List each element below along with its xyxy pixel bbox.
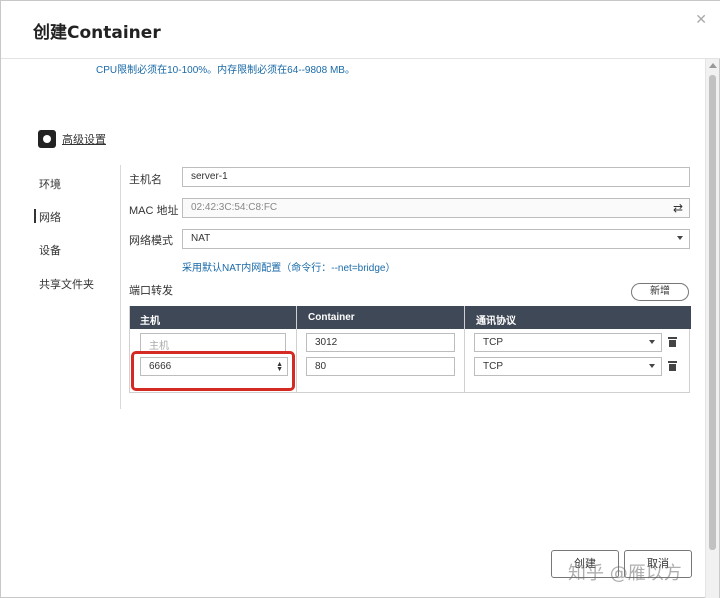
- hostname-label: 主机名: [129, 174, 162, 186]
- close-icon[interactable]: ✕: [695, 11, 707, 28]
- trash-icon[interactable]: [668, 361, 677, 371]
- sidebar-item-environment[interactable]: 环境: [39, 176, 61, 192]
- protocol-select[interactable]: TCP: [474, 357, 662, 376]
- content-divider: [120, 165, 121, 409]
- chevron-down-icon: [649, 364, 655, 368]
- chevron-down-icon: [649, 340, 655, 344]
- column-header-protocol: 通讯协议: [476, 316, 516, 327]
- port-forwarding-label: 端口转发: [129, 285, 173, 297]
- highlight-box: [131, 351, 295, 391]
- column-header-container: Container: [308, 312, 355, 323]
- mac-address-label: MAC 地址: [129, 205, 179, 217]
- gear-icon: [38, 130, 56, 148]
- column-divider: [464, 306, 465, 393]
- advanced-settings-header[interactable]: 高级设置: [38, 130, 106, 148]
- network-mode-select[interactable]: NAT: [182, 229, 690, 249]
- scroll-up-arrow-icon[interactable]: [709, 63, 717, 68]
- container-port-input[interactable]: 3012: [306, 333, 455, 352]
- container-port-value: 80: [315, 361, 327, 372]
- title-bar: 创建Container ✕: [1, 1, 720, 59]
- sidebar-item-network[interactable]: 网络: [39, 209, 61, 225]
- sidebar-active-indicator: [34, 209, 36, 223]
- add-port-button[interactable]: 新增: [631, 283, 689, 301]
- mac-address-field: 02:42:3C:54:C8:FC ⇄: [182, 198, 690, 218]
- sidebar-item-shared-folders[interactable]: 共享文件夹: [39, 276, 94, 292]
- mac-address-value: 02:42:3C:54:C8:FC: [191, 202, 278, 213]
- scrollbar[interactable]: [705, 59, 719, 598]
- shuffle-icon[interactable]: ⇄: [673, 201, 683, 215]
- container-port-input[interactable]: 80: [306, 357, 455, 376]
- column-header-host: 主机: [140, 316, 160, 327]
- table-header: 主机 Container 通讯协议: [130, 306, 691, 329]
- protocol-select[interactable]: TCP: [474, 333, 662, 352]
- create-container-dialog: 创建Container ✕ CPU限制必须在10-100%。内存限制必须在64-…: [0, 0, 720, 598]
- protocol-value: TCP: [483, 361, 503, 372]
- watermark: 知乎 @雁以方: [568, 563, 682, 584]
- column-divider: [296, 306, 297, 393]
- hostname-input[interactable]: server-1: [182, 167, 690, 187]
- network-mode-value: NAT: [191, 233, 211, 244]
- network-mode-note: 采用默认NAT内网配置（命令行：--net=bridge）: [182, 263, 396, 274]
- container-port-value: 3012: [315, 337, 338, 348]
- advanced-settings-label: 高级设置: [62, 134, 106, 146]
- trash-icon[interactable]: [668, 337, 677, 347]
- protocol-value: TCP: [483, 337, 503, 348]
- hostname-value: server-1: [191, 171, 228, 182]
- scrollbar-thumb[interactable]: [709, 75, 716, 550]
- chevron-down-icon: [677, 236, 683, 240]
- dialog-title: 创建Container: [33, 23, 161, 43]
- sidebar-item-devices[interactable]: 设备: [39, 242, 61, 258]
- host-port-input[interactable]: 主机: [140, 333, 286, 352]
- resource-limit-hint: CPU限制必须在10-100%。内存限制必须在64--9808 MB。: [96, 65, 355, 76]
- network-mode-label: 网络模式: [129, 235, 173, 247]
